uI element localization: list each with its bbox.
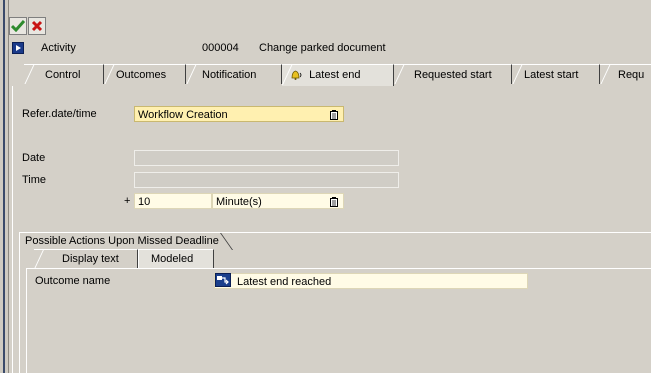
missed-deadline-title: Possible Actions Upon Missed Deadline [20, 232, 233, 249]
tab-latest-end[interactable]: Latest end [282, 64, 394, 86]
date-field [134, 150, 399, 166]
offset-unit: Minute(s) [216, 196, 262, 208]
tab-label: Requested start [414, 69, 492, 81]
time-field [134, 172, 399, 188]
refer-label: Refer.date/time [22, 108, 97, 120]
modeled-panel: Outcome name Latest end reached [26, 268, 651, 373]
activity-header: Activity 000004 Change parked document [11, 41, 651, 55]
activity-label: Activity [41, 42, 76, 54]
missed-deadline-tabs: Display text Modeled [34, 249, 651, 269]
bell-icon [290, 67, 303, 80]
offset-value: 10 [138, 196, 151, 208]
group-title-text: Possible Actions Upon Missed Deadline [25, 235, 219, 247]
offset-value-field[interactable]: 10 [134, 193, 212, 209]
tab-label: Latest start [524, 69, 579, 81]
outcome-name-field: Latest end reached [214, 273, 528, 289]
cancel-icon [31, 20, 43, 32]
tab-label: Latest end [309, 69, 361, 81]
confirm-button[interactable] [9, 17, 27, 35]
window-frame-left [0, 0, 9, 373]
tab-label: Control [45, 69, 81, 81]
value-help-icon[interactable] [330, 110, 338, 120]
main-tab-strip: Control Outcomes Notification Latest end… [12, 64, 651, 86]
tab-control[interactable]: Control [24, 64, 104, 84]
latest-end-panel: Refer.date/time Workflow Creation Date T… [12, 86, 651, 373]
offset-sign: + [124, 195, 131, 207]
outcome-name-value: Latest end reached [237, 276, 332, 288]
offset-unit-select[interactable]: Minute(s) [212, 193, 344, 209]
tab-requ[interactable]: Requ [600, 64, 651, 84]
cancel-button[interactable] [28, 17, 46, 35]
value-help-icon[interactable] [330, 197, 338, 207]
date-label: Date [22, 152, 46, 164]
toolbar [9, 17, 46, 37]
tab-outcomes[interactable]: Outcomes [104, 64, 186, 84]
tab-label: Modeled [151, 253, 194, 265]
missed-deadline-group: Possible Actions Upon Missed Deadline Di… [19, 232, 651, 373]
activity-description: Change parked document [259, 42, 386, 54]
checkmark-icon [11, 20, 25, 32]
tab-label: Requ [618, 69, 645, 81]
activity-number: 000004 [202, 42, 239, 54]
refer-datetime-field[interactable]: Workflow Creation [134, 106, 344, 122]
navigation-arrow-icon[interactable] [12, 42, 24, 54]
tab-label: Notification [202, 69, 257, 81]
tab-display-text[interactable]: Display text [34, 249, 138, 268]
tab-label: Outcomes [116, 69, 167, 81]
workflow-deadline-screen: Activity 000004 Change parked document C… [0, 0, 651, 373]
refer-value: Workflow Creation [138, 109, 228, 121]
tab-notification[interactable]: Notification [186, 64, 282, 84]
tab-modeled[interactable]: Modeled [138, 249, 214, 268]
tab-requested-start[interactable]: Requested start [394, 64, 512, 84]
tab-label: Display text [62, 253, 119, 265]
time-label: Time [22, 174, 47, 186]
tab-latest-start[interactable]: Latest start [512, 64, 600, 84]
outcome-node-icon[interactable] [215, 273, 231, 287]
outcome-name-label: Outcome name [35, 275, 111, 287]
